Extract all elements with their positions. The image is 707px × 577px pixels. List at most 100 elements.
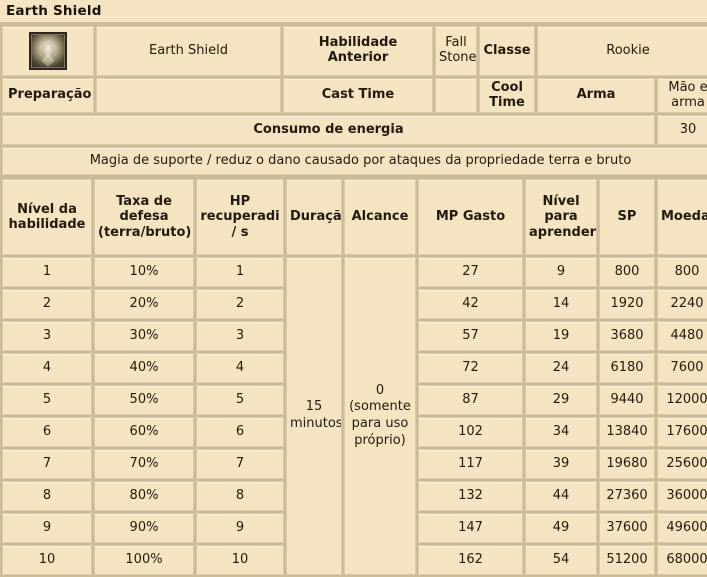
cell-hp-recovered: 4 xyxy=(196,353,284,384)
cell-sp: 13840 xyxy=(599,417,655,448)
cell-coins: 17600 xyxy=(657,417,707,448)
cell-level-to-learn: 54 xyxy=(525,545,597,576)
cell-defense-rate: 60% xyxy=(94,417,194,448)
col-header-duration: Duração xyxy=(286,179,342,256)
cell-duration-merged: 15 minutos xyxy=(286,257,342,576)
skill-levels-table: Nível da habilidade Taxa de defesa (terr… xyxy=(0,177,707,577)
cell-level-to-learn: 29 xyxy=(525,385,597,416)
info-row-energy: Consumo de energia 30 xyxy=(2,115,707,146)
cell-hp-recovered: 8 xyxy=(196,481,284,512)
cell-level-to-learn: 24 xyxy=(525,353,597,384)
cell-sp: 37600 xyxy=(599,513,655,544)
cell-mp-cost: 132 xyxy=(418,481,523,512)
skill-name-cell: Earth Shield xyxy=(96,26,281,76)
skill-icon-cell xyxy=(2,26,94,76)
cell-mp-cost: 87 xyxy=(418,385,523,416)
page-title: Earth Shield xyxy=(6,3,102,19)
cool-time-label: Cool Time xyxy=(479,78,535,114)
cell-skill-level: 9 xyxy=(2,513,92,544)
cell-skill-level: 10 xyxy=(2,545,92,576)
col-header-skill-level: Nível da habilidade xyxy=(2,179,92,256)
cell-mp-cost: 27 xyxy=(418,257,523,288)
cell-sp: 3680 xyxy=(599,321,655,352)
cell-coins: 49600 xyxy=(657,513,707,544)
table-header-row: Nível da habilidade Taxa de defesa (terr… xyxy=(2,179,707,256)
cell-sp: 6180 xyxy=(599,353,655,384)
cell-mp-cost: 102 xyxy=(418,417,523,448)
cell-hp-recovered: 3 xyxy=(196,321,284,352)
cell-mp-cost: 42 xyxy=(418,289,523,320)
cell-defense-rate: 100% xyxy=(94,545,194,576)
col-header-defense-rate: Taxa de defesa (terra/bruto) xyxy=(94,179,194,256)
cell-hp-recovered: 5 xyxy=(196,385,284,416)
cell-level-to-learn: 19 xyxy=(525,321,597,352)
cell-coins: 800 xyxy=(657,257,707,288)
col-header-range: Alcance xyxy=(344,179,416,256)
cell-level-to-learn: 49 xyxy=(525,513,597,544)
weapon-value: Mão e arma xyxy=(657,78,707,114)
previous-skill-value: Fall Stone xyxy=(435,26,477,76)
cell-defense-rate: 90% xyxy=(94,513,194,544)
cell-defense-rate: 70% xyxy=(94,449,194,480)
col-header-sp: SP xyxy=(599,179,655,256)
skill-info-table: Earth Shield Habilidade Anterior Fall St… xyxy=(0,24,707,178)
cell-level-to-learn: 9 xyxy=(525,257,597,288)
cell-coins: 7600 xyxy=(657,353,707,384)
cell-mp-cost: 117 xyxy=(418,449,523,480)
cell-level-to-learn: 14 xyxy=(525,289,597,320)
cell-skill-level: 8 xyxy=(2,481,92,512)
cell-defense-rate: 20% xyxy=(94,289,194,320)
cell-defense-rate: 30% xyxy=(94,321,194,352)
skill-icon-earth-shield xyxy=(29,32,67,70)
class-value: Rookie xyxy=(537,26,707,76)
cell-defense-rate: 80% xyxy=(94,481,194,512)
previous-skill-label: Habilidade Anterior xyxy=(283,26,433,76)
cell-range-merged: 0 (somente para uso próprio) xyxy=(344,257,416,576)
cell-coins: 4480 xyxy=(657,321,707,352)
cell-hp-recovered: 9 xyxy=(196,513,284,544)
cell-skill-level: 6 xyxy=(2,417,92,448)
cast-time-value xyxy=(435,78,477,114)
cell-sp: 51200 xyxy=(599,545,655,576)
skill-description: Magia de suporte / reduz o dano causado … xyxy=(2,147,707,176)
cell-coins: 36000 xyxy=(657,481,707,512)
cell-level-to-learn: 39 xyxy=(525,449,597,480)
cell-level-to-learn: 44 xyxy=(525,481,597,512)
preparation-value xyxy=(96,78,281,114)
window-title-bar: Earth Shield xyxy=(0,0,707,24)
cell-skill-level: 7 xyxy=(2,449,92,480)
cell-sp: 9440 xyxy=(599,385,655,416)
cell-coins: 25600 xyxy=(657,449,707,480)
cell-mp-cost: 57 xyxy=(418,321,523,352)
cell-hp-recovered: 1 xyxy=(196,257,284,288)
cast-time-label: Cast Time xyxy=(283,78,433,114)
cell-sp: 800 xyxy=(599,257,655,288)
cell-mp-cost: 147 xyxy=(418,513,523,544)
cell-skill-level: 1 xyxy=(2,257,92,288)
table-row: 1 10% 1 15 minutos 0 (somente para uso p… xyxy=(2,257,707,576)
info-row-description: Magia de suporte / reduz o dano causado … xyxy=(2,147,707,176)
cell-coins: 68000 xyxy=(657,545,707,576)
cell-hp-recovered: 6 xyxy=(196,417,284,448)
cell-coins: 12000 xyxy=(657,385,707,416)
class-label: Classe xyxy=(479,26,535,76)
cell-coins: 2240 xyxy=(657,289,707,320)
cell-skill-level: 5 xyxy=(2,385,92,416)
cell-sp: 27360 xyxy=(599,481,655,512)
cell-hp-recovered: 10 xyxy=(196,545,284,576)
info-row-2: Preparação Cast Time Cool Time Arma Mão … xyxy=(2,78,707,114)
cell-skill-level: 3 xyxy=(2,321,92,352)
cell-level-to-learn: 34 xyxy=(525,417,597,448)
cell-defense-rate: 40% xyxy=(94,353,194,384)
cell-skill-level: 4 xyxy=(2,353,92,384)
cell-sp: 1920 xyxy=(599,289,655,320)
preparation-label: Preparação xyxy=(2,78,94,114)
cell-hp-recovered: 7 xyxy=(196,449,284,480)
info-row-1: Earth Shield Habilidade Anterior Fall St… xyxy=(2,26,707,76)
energy-cost-value: 30 xyxy=(657,115,707,146)
cell-sp: 19680 xyxy=(599,449,655,480)
col-header-mp-cost: MP Gasto xyxy=(418,179,523,256)
col-header-hp-recovered: HP recuperadi / s xyxy=(196,179,284,256)
cell-skill-level: 2 xyxy=(2,289,92,320)
energy-cost-label: Consumo de energia xyxy=(2,115,655,146)
